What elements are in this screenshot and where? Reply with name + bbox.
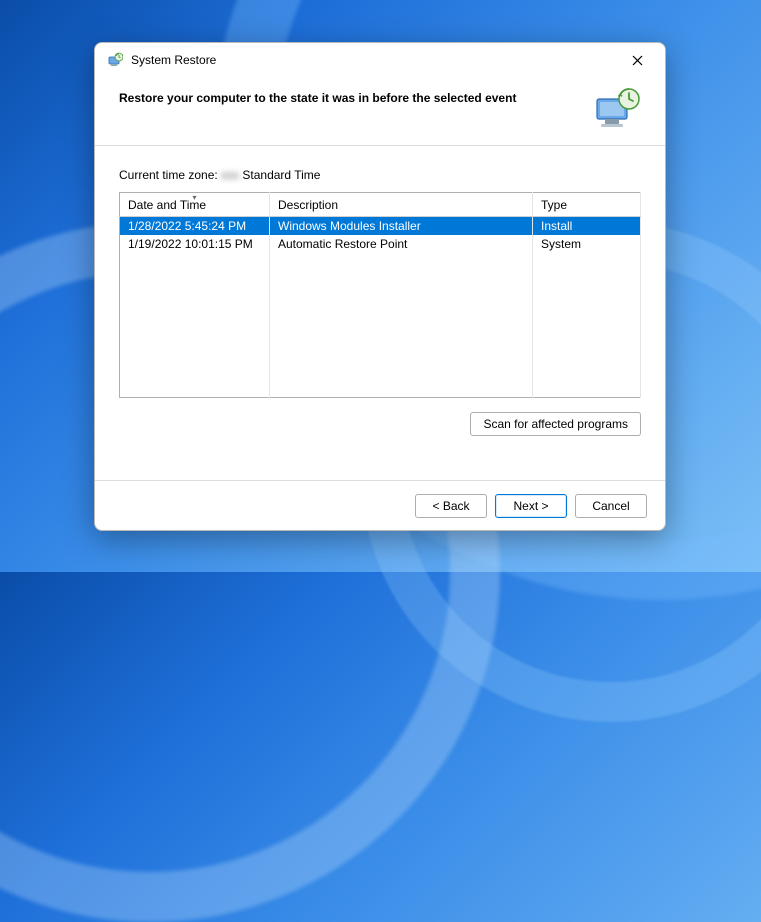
table-row-empty [120, 289, 641, 307]
restore-points-tbody: 1/28/2022 5:45:24 PM Windows Modules Ins… [120, 217, 641, 398]
sort-descending-icon: ▾ [192, 194, 196, 202]
current-timezone-label: Current time zone: xxx Standard Time [119, 168, 641, 182]
table-row-empty [120, 361, 641, 379]
next-button[interactable]: Next > [495, 494, 567, 518]
table-row-empty [120, 253, 641, 271]
cancel-button[interactable]: Cancel [575, 494, 647, 518]
column-header-datetime[interactable]: Date and Time ▾ [120, 193, 270, 217]
table-row-empty [120, 307, 641, 325]
cell-datetime: 1/19/2022 10:01:15 PM [120, 235, 270, 253]
system-restore-large-icon [593, 87, 641, 129]
close-button[interactable] [617, 47, 657, 73]
wizard-header: Restore your computer to the state it wa… [95, 77, 665, 146]
system-restore-icon [107, 52, 123, 68]
column-header-description-label: Description [278, 198, 338, 212]
cell-description: Windows Modules Installer [270, 217, 533, 236]
column-header-type[interactable]: Type [533, 193, 641, 217]
timezone-suffix: Standard Time [239, 168, 320, 182]
page-title: Restore your computer to the state it wa… [119, 87, 593, 105]
wizard-body: Current time zone: xxx Standard Time Dat… [95, 146, 665, 480]
scan-affected-programs-button[interactable]: Scan for affected programs [470, 412, 641, 436]
table-row[interactable]: 1/19/2022 10:01:15 PM Automatic Restore … [120, 235, 641, 253]
system-restore-window: System Restore Restore your computer to … [94, 42, 666, 531]
cell-type: System [533, 235, 641, 253]
column-header-type-label: Type [541, 198, 567, 212]
close-icon [632, 55, 643, 66]
window-title: System Restore [131, 53, 617, 67]
timezone-obscured-name: xxx [221, 168, 239, 182]
cell-type: Install [533, 217, 641, 236]
timezone-prefix: Current time zone: [119, 168, 221, 182]
table-row[interactable]: 1/28/2022 5:45:24 PM Windows Modules Ins… [120, 217, 641, 236]
table-header-row: Date and Time ▾ Description Type [120, 193, 641, 217]
table-row-empty [120, 271, 641, 289]
table-row-empty [120, 325, 641, 343]
cell-description: Automatic Restore Point [270, 235, 533, 253]
table-row-empty [120, 379, 641, 397]
wizard-footer: < Back Next > Cancel [95, 480, 665, 530]
titlebar[interactable]: System Restore [95, 43, 665, 77]
column-header-description[interactable]: Description [270, 193, 533, 217]
back-button[interactable]: < Back [415, 494, 487, 518]
table-row-empty [120, 343, 641, 361]
cell-datetime: 1/28/2022 5:45:24 PM [120, 217, 270, 236]
restore-points-table[interactable]: Date and Time ▾ Description Type 1/28/20… [119, 192, 641, 398]
